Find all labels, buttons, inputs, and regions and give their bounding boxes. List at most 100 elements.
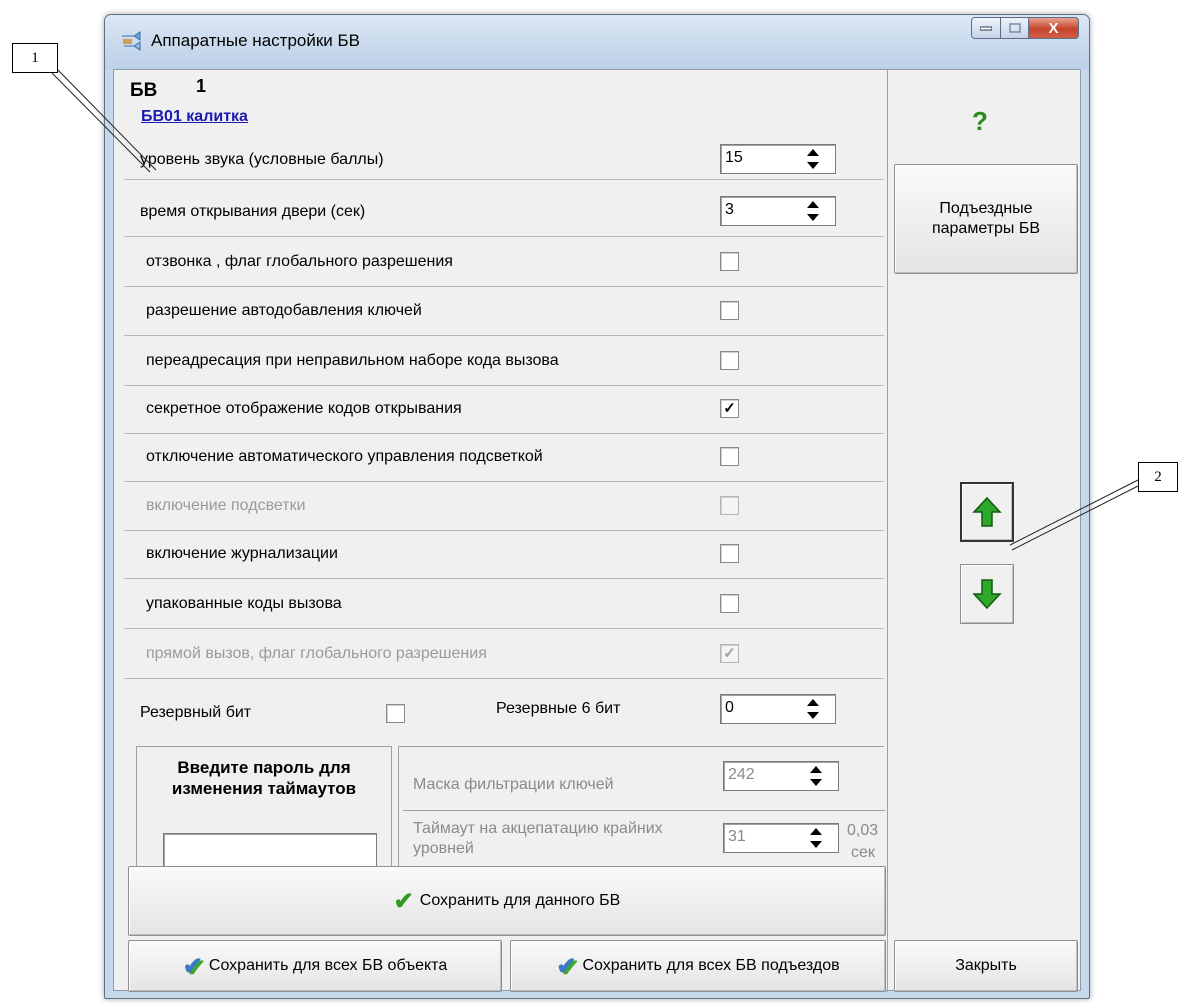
arrow-up-icon (972, 496, 1002, 527)
save-entrances-label: Сохранить для всех БВ подъездов (582, 957, 840, 974)
bv-name-link[interactable]: БВ01 калитка (141, 108, 248, 126)
setting-row: разрешение автодобавления ключей (124, 287, 884, 336)
setting-row: уровень звука (условные баллы) 15 (124, 140, 884, 180)
spin-arrows[interactable] (808, 766, 824, 786)
callout-2: 2 (1138, 462, 1178, 492)
title-bar[interactable]: Аппаратные настройки БВ X (105, 15, 1089, 69)
password-section: Введите пароль для изменения таймаутов (136, 746, 392, 874)
accept-spin[interactable]: 31 (723, 823, 839, 853)
setting-row: упакованные коды вызова (124, 580, 884, 629)
spin-up-icon (807, 149, 819, 156)
settings-window: Аппаратные настройки БВ X БВ 1 БВ01 кали… (104, 14, 1090, 999)
setting-spin[interactable]: 15 (720, 144, 836, 174)
password-title: Введите пароль для изменения таймаутов (171, 758, 357, 798)
timeouts-divider (403, 810, 885, 811)
setting-spin-value: 3 (725, 201, 734, 218)
setting-label: включение подсветки (146, 497, 306, 514)
reserve-6bits-value: 0 (725, 699, 734, 716)
setting-label: время открывания двери (сек) (140, 203, 366, 220)
setting-checkbox[interactable] (720, 351, 739, 370)
spin-up-icon (810, 766, 822, 773)
checkmark-icon: ✓ (723, 400, 736, 417)
setting-label: секретное отображение кодов открывания (146, 400, 462, 417)
reserve-bit-checkbox[interactable] (386, 704, 405, 723)
spin-up-icon (807, 201, 819, 208)
reserve-row: Резервный бит Резервные 6 бит 0 (124, 680, 884, 740)
app-icon (122, 31, 141, 51)
callout-2-label: 2 (1154, 468, 1162, 485)
maximize-button[interactable] (1001, 17, 1029, 39)
save-entrances-button[interactable]: ✔ Сохранить для всех БВ подъездов (510, 940, 886, 992)
bv-label: БВ (130, 80, 158, 101)
accept-unit-label: сек (851, 844, 875, 861)
spin-down-icon (807, 162, 819, 169)
setting-label: разрешение автодобавления ключей (146, 302, 422, 319)
close-window-button[interactable]: X (1029, 17, 1079, 39)
setting-spin[interactable]: 3 (720, 196, 836, 226)
save-object-button[interactable]: ✔ Сохранить для всех БВ объекта (128, 940, 502, 992)
entrance-params-label: Подъездные параметры БВ (931, 200, 1041, 237)
setting-label: прямой вызов, флаг глобального разрешени… (146, 645, 487, 662)
spin-up-icon (807, 699, 819, 706)
setting-label: отключение автоматического управления по… (146, 448, 543, 465)
spin-up-icon (810, 828, 822, 835)
mask-spin[interactable]: 242 (723, 761, 839, 791)
checkmark-icon: ✓ (723, 645, 736, 662)
spin-arrows[interactable] (805, 699, 821, 719)
move-up-button[interactable] (960, 482, 1014, 542)
mask-label: Маска фильтрации ключей (413, 776, 614, 793)
reserve-6bits-label: Резервные 6 бит (496, 700, 621, 717)
save-this-button[interactable]: ✔ Сохранить для данного БВ (128, 866, 886, 936)
window-title: Аппаратные настройки БВ (151, 31, 360, 50)
accept-value: 31 (728, 828, 746, 845)
setting-row: включение подсветки (124, 482, 884, 531)
arrow-down-icon (972, 579, 1002, 610)
move-down-button[interactable] (960, 564, 1014, 624)
setting-row: отключение автоматического управления по… (124, 433, 884, 482)
spin-down-icon (810, 841, 822, 848)
minimize-button[interactable] (971, 17, 1001, 39)
spin-arrows[interactable] (805, 201, 821, 221)
setting-checkbox[interactable] (720, 252, 739, 271)
callout-1-label: 1 (31, 49, 39, 66)
save-object-label: Сохранить для всех БВ объекта (208, 957, 448, 974)
setting-checkbox[interactable] (720, 496, 739, 515)
minimize-icon (980, 26, 992, 31)
setting-checkbox[interactable] (720, 447, 739, 466)
password-input[interactable] (163, 833, 377, 869)
setting-label: включение журнализации (146, 545, 338, 562)
spin-down-icon (807, 712, 819, 719)
save-this-label: Сохранить для данного БВ (419, 892, 621, 909)
close-label: Закрыть (955, 957, 1017, 974)
accept-unit-value: 0,03 (847, 822, 879, 839)
setting-checkbox[interactable] (720, 594, 739, 613)
setting-checkbox[interactable]: ✓ (720, 399, 739, 418)
setting-checkbox[interactable] (720, 544, 739, 563)
window-controls: X (971, 17, 1079, 39)
close-button[interactable]: Закрыть (894, 940, 1078, 992)
timeouts-section: Маска фильтрации ключей 242 Таймаут на а… (398, 746, 885, 874)
client-area: БВ 1 БВ01 калитка уровень звука (условны… (113, 69, 1081, 992)
checkmark-icon: ✔ (393, 887, 414, 915)
spin-arrows[interactable] (805, 149, 821, 169)
setting-spin-value: 15 (725, 149, 743, 166)
setting-label: переадресация при неправильном наборе ко… (146, 352, 559, 369)
accept-label: Таймаут на акцепатацию крайних уровней (413, 820, 663, 857)
help-icon[interactable]: ? (972, 106, 988, 137)
spin-down-icon (807, 214, 819, 221)
reserve-bit-label: Резервный бит (140, 704, 252, 721)
close-icon: X (1048, 19, 1059, 37)
reserve-6bits-spin[interactable]: 0 (720, 694, 836, 724)
setting-row: прямой вызов, флаг глобального разрешени… (124, 630, 884, 679)
setting-label: упакованные коды вызова (146, 595, 342, 612)
setting-checkbox[interactable] (720, 301, 739, 320)
setting-label: уровень звука (условные баллы) (140, 151, 384, 168)
entrance-params-button[interactable]: Подъездные параметры БВ (894, 164, 1078, 274)
setting-label: отзвонка , флаг глобального разрешения (146, 253, 453, 270)
setting-row: включение журнализации (124, 530, 884, 579)
maximize-icon (1008, 23, 1021, 33)
setting-row: отзвонка , флаг глобального разрешения (124, 238, 884, 287)
spin-arrows[interactable] (808, 828, 824, 848)
setting-checkbox[interactable]: ✓ (720, 644, 739, 663)
settings-panel: БВ 1 БВ01 калитка уровень звука (условны… (118, 70, 888, 992)
